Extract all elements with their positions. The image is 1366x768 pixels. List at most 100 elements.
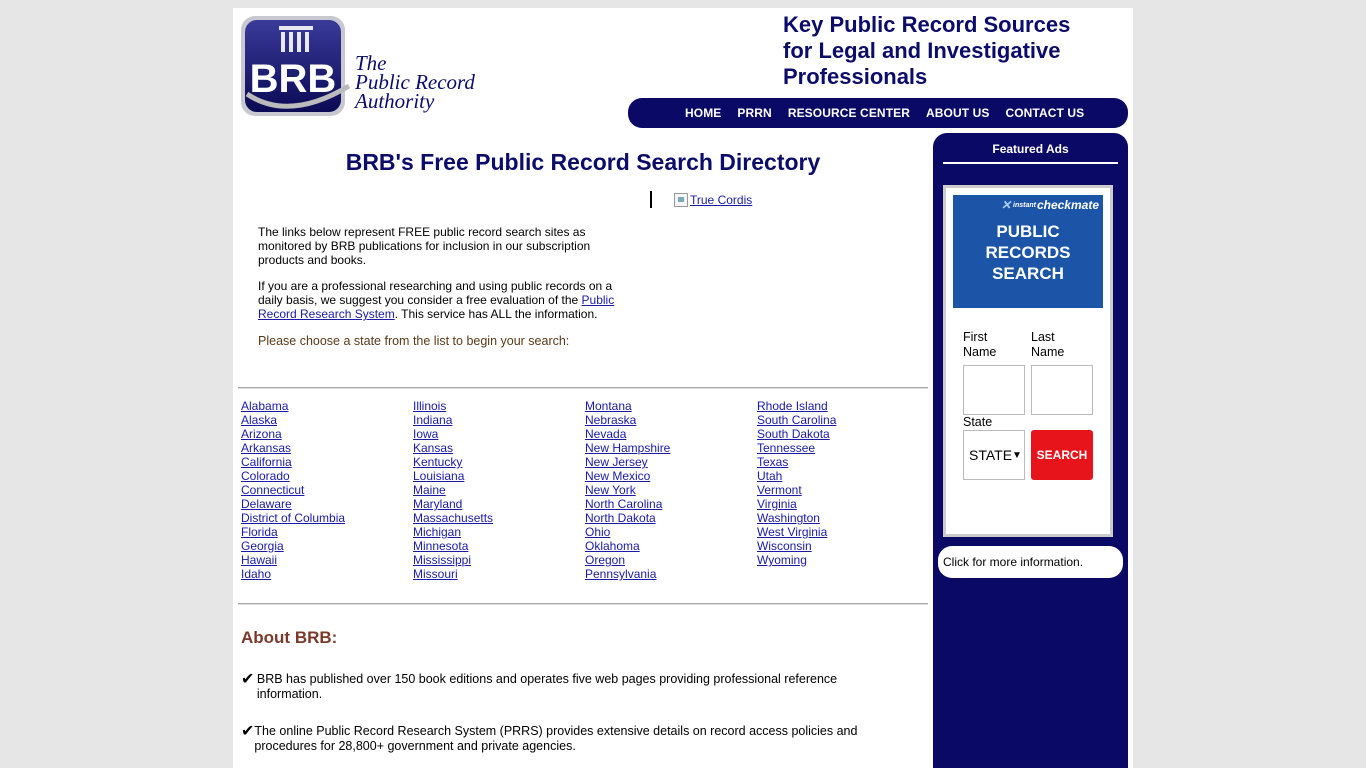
state-link[interactable]: Kansas bbox=[413, 441, 583, 455]
svg-text:BRB: BRB bbox=[250, 57, 337, 101]
page: BRB The Public Record Authority Key Publ… bbox=[233, 8, 1133, 768]
nav-resource-center[interactable]: RESOURCE CENTER bbox=[788, 106, 910, 120]
state-link[interactable]: Louisiana bbox=[413, 469, 583, 483]
state-link[interactable]: Maryland bbox=[413, 497, 583, 511]
state-link[interactable]: Tennessee bbox=[757, 441, 927, 455]
state-select[interactable]: STATE ▼ bbox=[963, 430, 1025, 480]
state-link[interactable]: Kentucky bbox=[413, 455, 583, 469]
state-link[interactable]: Hawaii bbox=[241, 553, 411, 567]
state-link[interactable]: West Virginia bbox=[757, 525, 927, 539]
ad-headline: PUBLIC RECORDS SEARCH bbox=[953, 221, 1103, 284]
state-link[interactable]: Georgia bbox=[241, 539, 411, 553]
state-link[interactable]: Oregon bbox=[585, 553, 755, 567]
first-name-label: First Name bbox=[963, 330, 997, 359]
state-link[interactable]: Texas bbox=[757, 455, 927, 469]
state-column: Alabama Alaska Arizona Arkansas California Co… bbox=[241, 399, 411, 581]
state-link[interactable]: Ohio bbox=[585, 525, 755, 539]
state-link[interactable]: Florida bbox=[241, 525, 411, 539]
state-link[interactable]: District of Columbia bbox=[241, 511, 411, 525]
chevron-down-icon: ▼ bbox=[1012, 449, 1022, 461]
state-link[interactable]: Virginia bbox=[757, 497, 927, 511]
state-link[interactable]: New Mexico bbox=[585, 469, 755, 483]
intro-text-pre: If you are a professional researching an… bbox=[258, 279, 613, 307]
headline-line: SEARCH bbox=[992, 264, 1064, 283]
search-button[interactable]: SEARCH bbox=[1031, 430, 1093, 480]
intro-paragraph: The links below represent FREE public re… bbox=[258, 225, 591, 267]
svg-text:Authority: Authority bbox=[353, 89, 435, 113]
nav-home[interactable]: HOME bbox=[685, 106, 721, 120]
choose-state-prompt: Please choose a state from the list to b… bbox=[258, 334, 570, 348]
state-link[interactable]: Massachusetts bbox=[413, 511, 583, 525]
tagline-line: Key Public Record Sources bbox=[783, 12, 1071, 37]
state-link[interactable]: Nebraska bbox=[585, 413, 755, 427]
state-link[interactable]: Alabama bbox=[241, 399, 411, 413]
state-link[interactable]: Washington bbox=[757, 511, 927, 525]
last-name-input[interactable] bbox=[1031, 365, 1093, 415]
ad-banner[interactable]: ✕ instant checkmate PUBLIC RECORDS SEARC… bbox=[953, 195, 1103, 308]
state-link[interactable]: Missouri bbox=[413, 567, 583, 581]
intro-text-post: . This service has ALL the information. bbox=[394, 307, 598, 321]
ad-link-text: True Cordis bbox=[690, 193, 753, 207]
state-link[interactable]: Minnesota bbox=[413, 539, 583, 553]
divider bbox=[238, 387, 928, 389]
headline-line: RECORDS bbox=[985, 243, 1071, 262]
brb-logo[interactable]: BRB The Public Record Authority bbox=[239, 14, 479, 118]
state-link[interactable]: Mississippi bbox=[413, 553, 583, 567]
state-link[interactable]: Connecticut bbox=[241, 483, 411, 497]
state-link[interactable]: Nevada bbox=[585, 427, 755, 441]
checkmate-mark-icon: ✕ bbox=[1000, 198, 1011, 212]
state-link[interactable]: Wisconsin bbox=[757, 539, 927, 553]
state-column: Rhode Island South Carolina South Dakota Te… bbox=[757, 399, 927, 567]
checkmark-icon: ✔ bbox=[241, 723, 255, 740]
state-link[interactable]: Vermont bbox=[757, 483, 927, 497]
nav-contact-us[interactable]: CONTACT US bbox=[1005, 106, 1084, 120]
state-column: Montana Nebraska Nevada New Hampshire New Je… bbox=[585, 399, 755, 581]
headline-line: PUBLIC bbox=[996, 222, 1060, 241]
page-title: BRB's Free Public Record Search Director… bbox=[345, 149, 821, 175]
broken-image-icon bbox=[674, 193, 688, 207]
first-name-input[interactable] bbox=[963, 365, 1025, 415]
nav-about-us[interactable]: ABOUT US bbox=[926, 106, 989, 120]
state-link[interactable]: Pennsylvania bbox=[585, 567, 755, 581]
more-info-link[interactable]: Click for more information. bbox=[938, 546, 1123, 578]
state-link[interactable]: Michigan bbox=[413, 525, 583, 539]
state-link[interactable]: Illinois bbox=[413, 399, 583, 413]
brand-name: checkmate bbox=[1036, 198, 1099, 212]
state-link[interactable]: Delaware bbox=[241, 497, 411, 511]
state-link[interactable]: North Dakota bbox=[585, 511, 755, 525]
state-link[interactable]: New York bbox=[585, 483, 755, 497]
featured-ads-sidebar: Featured Ads ✕ instant checkmate PUBLIC … bbox=[933, 133, 1128, 768]
bullet-text: BRB has published over 150 book editions… bbox=[256, 672, 838, 701]
state-link[interactable]: South Dakota bbox=[757, 427, 927, 441]
true-cordis-ad-link[interactable]: True Cordis bbox=[674, 193, 752, 207]
state-link[interactable]: Arkansas bbox=[241, 441, 411, 455]
state-link[interactable]: Iowa bbox=[413, 427, 583, 441]
intro-text: The links below represent FREE public re… bbox=[258, 225, 620, 333]
state-link[interactable]: New Hampshire bbox=[585, 441, 755, 455]
state-link[interactable]: North Carolina bbox=[585, 497, 755, 511]
state-link[interactable]: South Carolina bbox=[757, 413, 927, 427]
checkmark-icon: ✔ bbox=[241, 671, 255, 688]
state-link[interactable]: Montana bbox=[585, 399, 755, 413]
state-link[interactable]: Colorado bbox=[241, 469, 411, 483]
nav-prrn[interactable]: PRRN bbox=[737, 106, 771, 120]
intro-paragraph-2: If you are a professional researching an… bbox=[258, 279, 620, 321]
checkmate-ad[interactable]: ✕ instant checkmate PUBLIC RECORDS SEARC… bbox=[943, 185, 1113, 537]
state-link[interactable]: Rhode Island bbox=[757, 399, 927, 413]
state-link[interactable]: Maine bbox=[413, 483, 583, 497]
bullet-text: The online Public Record Research System… bbox=[254, 724, 858, 753]
state-link[interactable]: New Jersey bbox=[585, 455, 755, 469]
about-bullet: ✔ BRB has published over 150 book editio… bbox=[241, 672, 901, 702]
state-link[interactable]: Indiana bbox=[413, 413, 583, 427]
state-link[interactable]: Utah bbox=[757, 469, 927, 483]
tagline-line: Professionals bbox=[783, 64, 928, 89]
state-link[interactable]: Arizona bbox=[241, 427, 411, 441]
state-link[interactable]: Alaska bbox=[241, 413, 411, 427]
about-bullet: ✔ The online Public Record Research Syst… bbox=[241, 724, 901, 754]
state-select-value: STATE bbox=[969, 447, 1013, 463]
state-link[interactable]: Oklahoma bbox=[585, 539, 755, 553]
state-link[interactable]: California bbox=[241, 455, 411, 469]
state-link[interactable]: Idaho bbox=[241, 567, 411, 581]
last-name-label: Last Name bbox=[1031, 330, 1065, 359]
state-link[interactable]: Wyoming bbox=[757, 553, 927, 567]
